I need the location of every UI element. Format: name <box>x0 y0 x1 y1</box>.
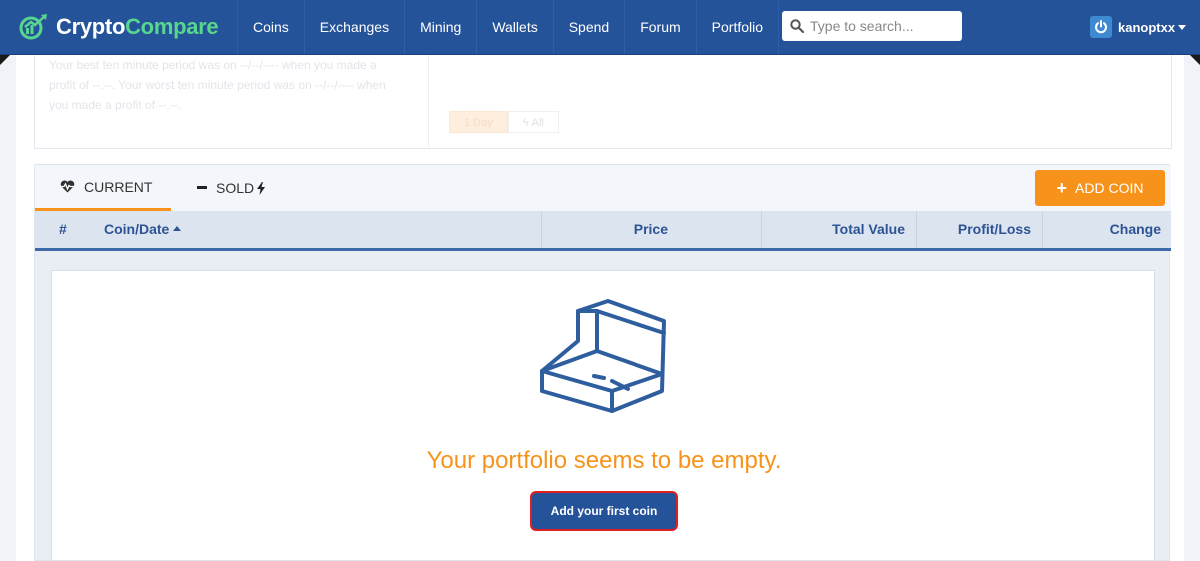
column-header-profit-loss[interactable]: Profit/Loss <box>916 211 1042 248</box>
column-header-coin-date-label: Coin/Date <box>104 221 170 237</box>
minus-icon <box>197 186 207 190</box>
range-all-button[interactable]: ϟ All <box>507 111 559 133</box>
nav-portfolio[interactable]: Portfolio <box>695 0 780 54</box>
brand-name-crypto: Crypto <box>56 14 126 39</box>
nav-exchanges[interactable]: Exchanges <box>303 0 404 54</box>
sort-ascending-icon <box>173 225 182 231</box>
main-content: Your best ten minute period was on --/--… <box>16 55 1184 561</box>
nav-coins[interactable]: Coins <box>237 0 304 54</box>
search-input[interactable] <box>810 11 956 41</box>
plus-icon: + <box>1056 178 1068 198</box>
brand-name-compare: Compare <box>125 14 219 39</box>
main-nav: Coins Exchanges Mining Wallets Spend For… <box>237 0 780 54</box>
user-menu[interactable]: kanoptxx <box>1090 14 1187 40</box>
lightning-icon: ϟ <box>522 117 532 129</box>
column-header-change[interactable]: Change <box>1042 211 1171 248</box>
user-badge <box>1090 16 1112 38</box>
range-1day-button[interactable]: 1 Day <box>449 111 508 133</box>
performance-summary: Your best ten minute period was on --/--… <box>34 55 1172 149</box>
column-header-index: # <box>59 221 67 237</box>
open-box-icon <box>540 299 666 413</box>
page-corner-left <box>0 55 10 65</box>
lightning-icon <box>257 181 266 195</box>
portfolio-panel: CURRENT SOLD + ADD COIN # Coin/Date Pric… <box>34 164 1171 561</box>
top-navbar: CryptoCompare Coins Exchanges Mining Wal… <box>0 0 1200 55</box>
power-icon <box>1095 20 1107 34</box>
column-header-price[interactable]: Price <box>541 211 761 248</box>
tab-current[interactable]: CURRENT <box>35 165 171 211</box>
nav-wallets[interactable]: Wallets <box>476 0 552 54</box>
search-box[interactable] <box>782 11 962 41</box>
empty-portfolio-state: Your portfolio seems to be empty. Add yo… <box>51 270 1155 560</box>
empty-portfolio-message: Your portfolio seems to be empty. <box>426 447 782 474</box>
summary-text: Your best ten minute period was on --/--… <box>49 58 386 112</box>
column-header-coin-date[interactable]: Coin/Date <box>104 211 182 248</box>
username: kanoptxx <box>1118 19 1176 35</box>
add-coin-button[interactable]: + ADD COIN <box>1035 170 1165 206</box>
portfolio-table-header: # Coin/Date Price Total Value Profit/Los… <box>35 211 1171 251</box>
page-corner-right <box>1190 55 1200 65</box>
add-first-coin-button[interactable]: Add your first coin <box>530 491 678 531</box>
tab-sold-label: SOLD <box>216 180 255 196</box>
heart-pulse-icon <box>60 180 75 193</box>
search-icon <box>790 19 804 33</box>
portfolio-tabs: CURRENT SOLD + ADD COIN <box>35 165 1171 212</box>
chart-circle-logo-icon <box>19 14 47 40</box>
range-selector: 1 Day ϟ All <box>449 111 559 133</box>
nav-forum[interactable]: Forum <box>624 0 695 54</box>
add-coin-label: ADD COIN <box>1075 180 1144 196</box>
column-header-total-value[interactable]: Total Value <box>761 211 916 248</box>
nav-spend[interactable]: Spend <box>552 0 624 54</box>
range-all-label: All <box>531 117 544 129</box>
tab-sold[interactable]: SOLD <box>197 165 266 211</box>
chevron-down-icon <box>1178 24 1187 30</box>
tab-current-label: CURRENT <box>84 178 153 195</box>
brand-logo[interactable]: CryptoCompare <box>18 12 219 42</box>
nav-mining[interactable]: Mining <box>404 0 476 54</box>
summary-divider <box>428 55 429 148</box>
